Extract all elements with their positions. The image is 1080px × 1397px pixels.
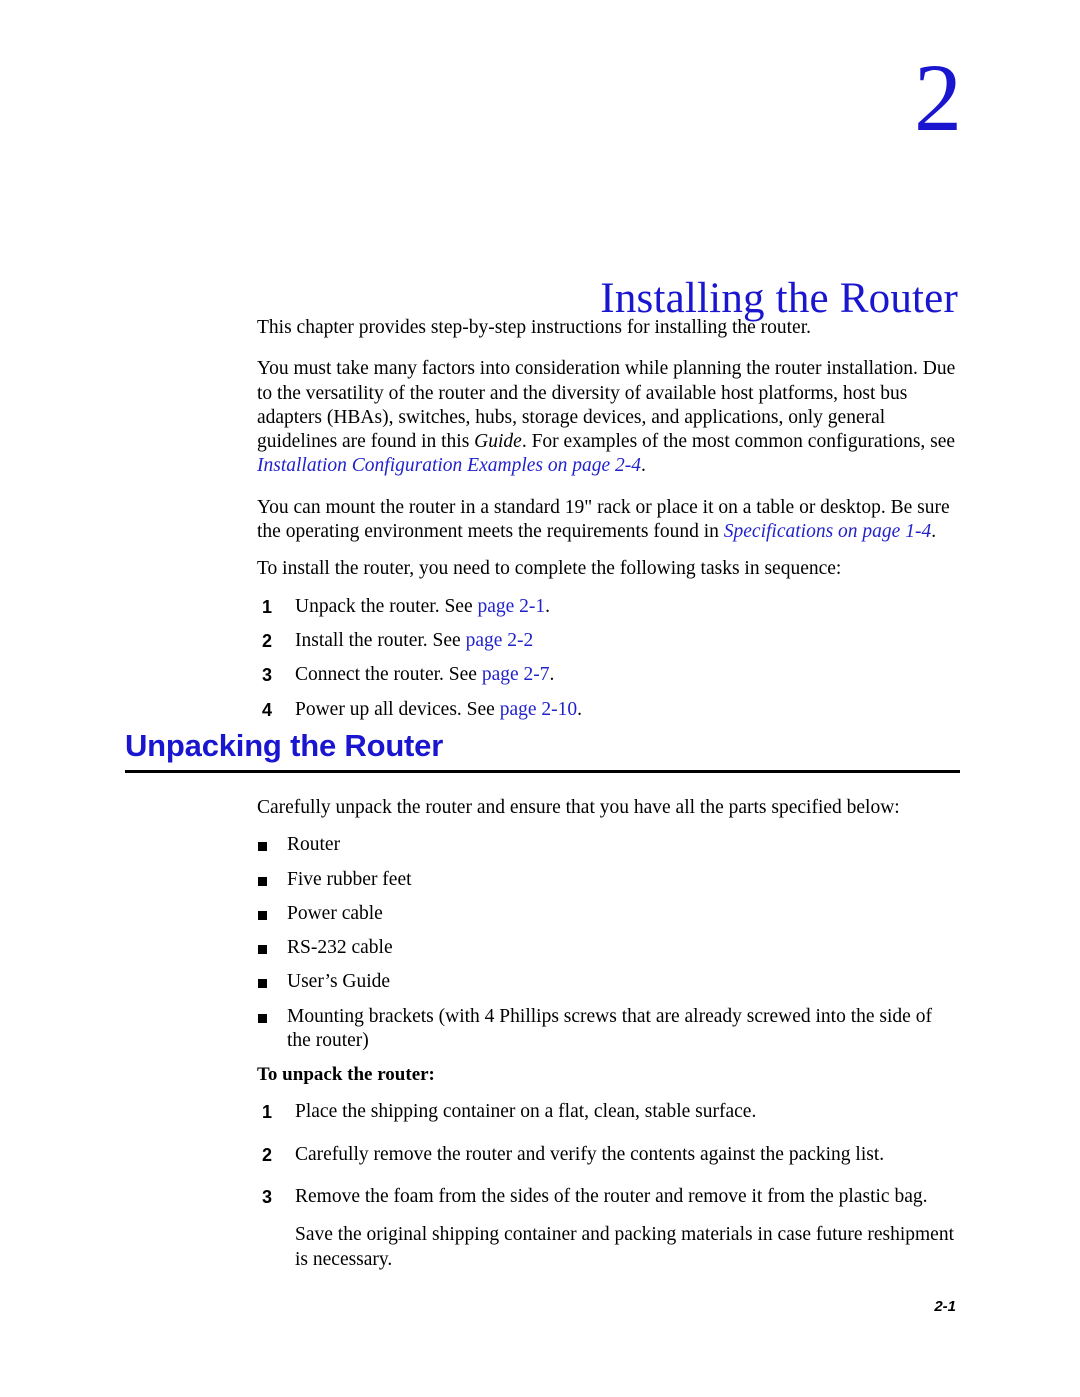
section-intro-paragraph: Carefully unpack the router and ensure t… (257, 797, 900, 818)
section-header-unpacking: Unpacking the Router (125, 728, 960, 774)
list-item-label: Power cable (287, 902, 383, 924)
paragraph-3-text-part-2: . (931, 521, 937, 543)
intro-paragraph-4: To install the router, you need to compl… (257, 558, 842, 580)
cross-reference-link-specifications[interactable]: Specifications on page 1-4 (724, 521, 931, 542)
list-item-number: 3 (262, 1186, 273, 1207)
cross-reference-link-installation-configuration-examples[interactable]: Installation Configuration Examples on p… (257, 455, 641, 476)
bullet-square-icon (258, 910, 267, 920)
list-item: 3 Connect the router. See page 2-7. (257, 663, 957, 687)
guide-italic-term: Guide (474, 431, 522, 453)
list-item-number: 3 (262, 665, 273, 686)
list-item-label: RS-232 cable (287, 937, 393, 959)
list-item: User’s Guide (257, 970, 957, 994)
list-item-text-suffix: . (545, 595, 551, 617)
list-item: Router (257, 833, 957, 857)
footer-page-number: 2-1 (934, 1298, 956, 1315)
install-task-list: 1 Unpack the router. See page 2-1. 2 Insta… (257, 595, 957, 722)
list-item-text: Unpack the router. See (295, 595, 478, 617)
paragraph-2-text-part-3: . (641, 455, 646, 477)
section-content-unpacking: Carefully unpack the router and ensure t… (257, 796, 957, 1272)
section-divider (125, 770, 960, 774)
unpack-procedure-list: 1 Place the shipping container on a flat,… (257, 1100, 957, 1209)
intro-paragraph-3: You can mount the router in a standard 1… (257, 496, 957, 545)
bullet-square-icon (258, 979, 267, 989)
intro-paragraph-2: You must take many factors into consider… (257, 357, 957, 478)
chapter-intro-content: This chapter provides step-by-step instr… (257, 316, 957, 732)
list-item: Five rubber feet (257, 868, 957, 892)
list-item-text: Power up all devices. See (295, 698, 500, 720)
bullet-square-icon (258, 1013, 267, 1023)
list-item-number: 1 (262, 1102, 273, 1123)
list-item-text: Remove the foam from the sides of the ro… (295, 1185, 928, 1207)
intro-paragraph-1: This chapter provides step-by-step instr… (257, 317, 812, 338)
list-item: 1 Unpack the router. See page 2-1. (257, 595, 957, 619)
list-item: RS-232 cable (257, 936, 957, 960)
page-link-2-7[interactable]: page 2-7 (482, 664, 550, 685)
list-item: 2 Install the router. See page 2-2 (257, 629, 957, 653)
section-heading: Unpacking the Router (125, 728, 444, 763)
list-item-text-suffix: . (577, 698, 583, 720)
document-page: 2 Installing the Router This chapter pro… (0, 0, 1080, 1397)
list-item-label: Router (287, 834, 341, 856)
bullet-square-icon (258, 876, 267, 886)
list-item-text: Install the router. See (295, 629, 466, 651)
list-item-number: 2 (262, 1144, 273, 1165)
procedure-note: Save the original shipping container and… (295, 1224, 955, 1270)
paragraph-2-text-part-2: . For examples of the most common config… (521, 431, 956, 453)
list-item-text-suffix: . (549, 664, 555, 686)
list-item: 4 Power up all devices. See page 2-10. (257, 698, 957, 722)
list-item: 3 Remove the foam from the sides of the r… (257, 1185, 957, 1209)
bullet-square-icon (258, 945, 267, 955)
list-item-text: Connect the router. See (295, 664, 482, 686)
list-item: 1 Place the shipping container on a flat,… (257, 1100, 957, 1124)
list-item-number: 4 (262, 699, 273, 720)
list-item: Mounting brackets (with 4 Phillips screw… (257, 1005, 957, 1054)
list-item-number: 1 (262, 596, 273, 617)
list-item: Power cable (257, 902, 957, 926)
parts-list: Router Five rubber feet Power cable RS-2… (257, 833, 957, 1053)
list-item-text: Place the shipping container on a flat, … (295, 1101, 757, 1123)
page-link-2-2[interactable]: page 2-2 (466, 630, 534, 651)
list-item-label: User’s Guide (287, 971, 391, 993)
list-item-number: 2 (262, 630, 273, 651)
chapter-number: 2 (914, 44, 962, 151)
page-link-2-1[interactable]: page 2-1 (477, 596, 545, 617)
list-item-label: Mounting brackets (with 4 Phillips screw… (287, 1005, 932, 1052)
list-item-label: Five rubber feet (287, 868, 412, 890)
bullet-square-icon (258, 842, 267, 852)
list-item-text: Carefully remove the router and verify t… (295, 1143, 885, 1165)
list-item: 2 Carefully remove the router and verify … (257, 1143, 957, 1167)
page-link-2-10[interactable]: page 2-10 (500, 699, 577, 720)
procedure-subheading: To unpack the router: (257, 1064, 435, 1086)
